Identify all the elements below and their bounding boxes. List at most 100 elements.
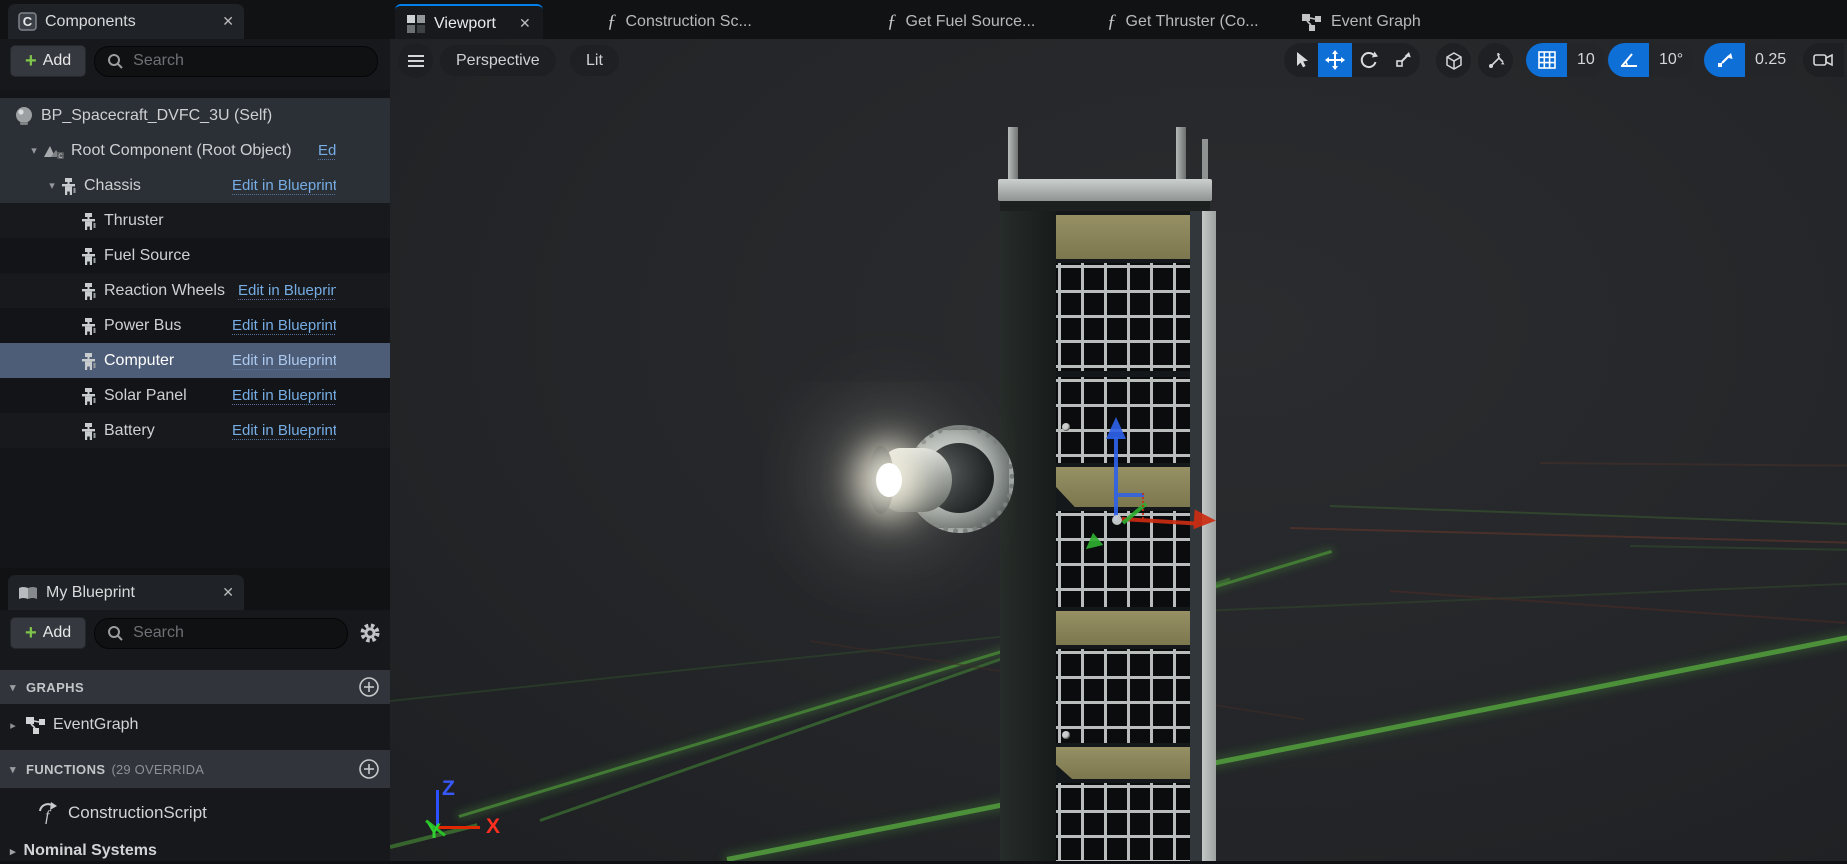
edit-in-blueprint-link[interactable]: Edit in Blueprint bbox=[232, 177, 336, 195]
tab-my-blueprint-label: My Blueprint bbox=[46, 584, 135, 602]
book-icon bbox=[18, 585, 38, 601]
rotate-tool-button[interactable] bbox=[1352, 43, 1386, 77]
perspective-button[interactable]: Perspective bbox=[440, 45, 556, 76]
craft-olive-band bbox=[1056, 215, 1190, 259]
world-local-space-button[interactable] bbox=[1436, 43, 1471, 78]
rotation-snap-value[interactable]: 10° bbox=[1649, 43, 1693, 77]
gear-icon[interactable] bbox=[358, 621, 382, 645]
graph-icon bbox=[1302, 13, 1322, 31]
scale-snap-value[interactable]: 0.25 bbox=[1745, 43, 1796, 77]
select-tool-button[interactable] bbox=[1284, 43, 1318, 77]
add-component-button[interactable]: + Add bbox=[10, 45, 86, 77]
tree-row-power-bus[interactable]: Power BusEdit in Blueprint bbox=[0, 308, 390, 343]
tab-label: Event Graph bbox=[1331, 13, 1421, 31]
tab-get-fuel-source[interactable]: ƒGet Fuel Source... bbox=[875, 4, 1047, 39]
rotate-icon bbox=[1359, 50, 1379, 70]
tree-row-root-component-root-object[interactable]: ▾CRoot Component (Root Object)Edit in Bl… bbox=[0, 133, 390, 168]
scale-tool-button[interactable] bbox=[1386, 43, 1420, 77]
function-icon: ƒ bbox=[887, 11, 897, 33]
solar-panel-section bbox=[1056, 783, 1190, 861]
craft-frame-strip bbox=[1190, 211, 1202, 861]
hamburger-icon bbox=[408, 55, 424, 67]
gizmo-origin[interactable] bbox=[1112, 515, 1122, 525]
gizmo-z-arrowhead[interactable] bbox=[1106, 417, 1126, 439]
section-functions[interactable]: ▾ FUNCTIONS (29 OVERRIDA bbox=[0, 750, 390, 788]
edit-in-blueprint-link[interactable]: Edit in Blueprint bbox=[232, 422, 336, 440]
tab-my-blueprint[interactable]: My Blueprint ✕ bbox=[8, 575, 244, 610]
plus-icon: + bbox=[25, 623, 37, 643]
search-icon bbox=[107, 625, 123, 641]
edit-in-blueprint-link[interactable]: Edit in Blueprint bbox=[238, 282, 336, 300]
surface-snapping-button[interactable] bbox=[1478, 43, 1513, 78]
tree-row-label: Fuel Source bbox=[104, 247, 190, 265]
nominal-systems-label: Nominal Systems bbox=[24, 842, 157, 860]
tree-row-chassis[interactable]: ▾ChassisEdit in Blueprint bbox=[0, 168, 390, 203]
editor-tab-strip: Viewport✕ ƒConstruction Sc... ƒGet Fuel So… bbox=[390, 0, 1847, 39]
craft-olive-band bbox=[1056, 611, 1190, 645]
close-icon[interactable]: ✕ bbox=[222, 13, 234, 30]
tree-row-thruster[interactable]: Thruster bbox=[0, 203, 390, 238]
gizmo-plane-handle[interactable] bbox=[1118, 493, 1144, 497]
viewport-options-menu-button[interactable] bbox=[398, 43, 433, 78]
tab-components[interactable]: C Components ✕ bbox=[8, 4, 244, 39]
close-icon[interactable]: ✕ bbox=[519, 15, 531, 32]
tree-row-computer[interactable]: ComputerEdit in Blueprint bbox=[0, 343, 390, 378]
tab-event-graph[interactable]: Event Graph bbox=[1290, 4, 1433, 39]
list-item-nominal-systems[interactable]: ▸ Nominal Systems bbox=[0, 838, 390, 864]
tab-components-label: Components bbox=[45, 13, 136, 31]
tree-row-solar-panel[interactable]: Solar PanelEdit in Blueprint bbox=[0, 378, 390, 413]
viewport-3d-scene[interactable]: Z X Y Perspective Lit bbox=[390, 39, 1847, 861]
spacecraft-model[interactable] bbox=[998, 125, 1220, 861]
tree-row-fuel-source[interactable]: Fuel Source bbox=[0, 238, 390, 273]
tab-construction-sc[interactable]: ƒConstruction Sc... bbox=[595, 4, 764, 39]
scale-snap-toggle[interactable] bbox=[1704, 43, 1745, 77]
antenna-rail bbox=[1176, 127, 1186, 185]
list-item-eventgraph[interactable]: ▸ EventGraph bbox=[0, 706, 390, 744]
tree-row-battery[interactable]: Battery Edit in Blueprint bbox=[0, 413, 390, 448]
tab-get-thruster-co[interactable]: ƒGet Thruster (Co... bbox=[1095, 4, 1271, 39]
camera-speed-button[interactable] bbox=[1803, 43, 1844, 77]
add-blueprint-item-button[interactable]: + Add bbox=[10, 617, 86, 649]
chevron-down-icon[interactable]: ▾ bbox=[44, 179, 60, 192]
rotation-snap-group: 10° bbox=[1608, 43, 1693, 77]
axis-z-label: Z bbox=[442, 777, 455, 801]
list-item-constructionscript[interactable]: f ConstructionScript bbox=[0, 793, 390, 833]
craft-olive-band bbox=[1056, 467, 1190, 507]
myblueprint-search-input[interactable] bbox=[131, 623, 335, 643]
edit-in-blueprint-link[interactable]: Edit in Blueprint bbox=[232, 387, 336, 405]
myblueprint-search[interactable] bbox=[94, 618, 348, 649]
close-icon[interactable]: ✕ bbox=[222, 584, 234, 601]
tree-row-label: Thruster bbox=[104, 212, 164, 230]
screw bbox=[1062, 731, 1070, 739]
edit-in-blueprint-link[interactable]: Edit in Blueprint bbox=[318, 142, 336, 160]
component-icon bbox=[80, 247, 97, 265]
camera-speed-group: 0 bbox=[1803, 43, 1847, 77]
axis-x-label: X bbox=[486, 815, 500, 839]
add-function-icon[interactable] bbox=[358, 758, 380, 783]
grid-snap-group: 10 bbox=[1526, 43, 1605, 77]
grid-snap-value[interactable]: 10 bbox=[1567, 43, 1605, 77]
tree-row-reaction-wheels[interactable]: Reaction WheelsEdit in Blueprint bbox=[0, 273, 390, 308]
transform-tool-group bbox=[1284, 43, 1420, 77]
lit-button[interactable]: Lit bbox=[570, 45, 619, 76]
function-icon: ƒ bbox=[607, 11, 617, 33]
component-icon bbox=[80, 352, 97, 370]
gizmo-z-axis[interactable] bbox=[1114, 437, 1118, 521]
tab-viewport[interactable]: Viewport✕ bbox=[395, 4, 543, 41]
svg-text:C: C bbox=[23, 14, 33, 29]
rotation-snap-toggle[interactable] bbox=[1608, 43, 1649, 77]
components-search[interactable] bbox=[94, 46, 378, 77]
move-tool-button[interactable] bbox=[1318, 43, 1352, 77]
edit-in-blueprint-link[interactable]: Edit in Blueprint bbox=[232, 352, 336, 370]
chevron-down-icon[interactable]: ▾ bbox=[26, 144, 42, 157]
grid-snap-toggle[interactable] bbox=[1526, 43, 1567, 77]
tree-row-label: Battery bbox=[104, 422, 155, 440]
tree-row-label: BP_Spacecraft_DVFC_3U (Self) bbox=[41, 107, 272, 125]
gizmo-x-arrowhead[interactable] bbox=[1193, 509, 1216, 530]
section-graphs[interactable]: ▾ GRAPHS bbox=[0, 670, 390, 704]
tree-row-bp-spacecraft-dvfc-3u-self[interactable]: BP_Spacecraft_DVFC_3U (Self) bbox=[0, 98, 390, 133]
components-search-input[interactable] bbox=[131, 51, 365, 71]
gizmo-plane-handle[interactable] bbox=[1142, 493, 1146, 519]
add-graph-icon[interactable] bbox=[358, 676, 380, 701]
edit-in-blueprint-link[interactable]: Edit in Blueprint bbox=[232, 317, 336, 335]
